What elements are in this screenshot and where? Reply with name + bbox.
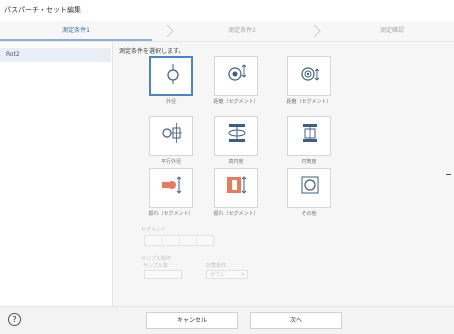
tile-roundness[interactable] (214, 116, 258, 156)
chevron-right-icon (313, 24, 321, 38)
sidebar-item-rot2[interactable]: Rot2 (0, 48, 111, 62)
tile-parallel-outer-diameter[interactable] (149, 116, 193, 156)
help-icon[interactable]: ? (8, 313, 21, 326)
tile-runout-segment-alt[interactable] (214, 168, 258, 208)
tile-distance-segment-alt[interactable] (287, 56, 331, 96)
window-title: パスパーチ・セット編集 (4, 6, 81, 14)
chevron-right-icon (166, 24, 174, 38)
footer-bar: ? キャンセル 次へ (0, 306, 454, 334)
runout-segment-icon (162, 176, 182, 194)
instruction-text: 測定条件を選択します。 (119, 48, 185, 55)
tile-label: 振れ（セグメント） (213, 211, 259, 217)
step-confirm[interactable]: 測定確認 (330, 21, 454, 41)
tile-distance-segment[interactable] (214, 56, 258, 96)
tile-label: 距離（セグメント） (286, 99, 332, 105)
sample-sub-label: サンプル数 (143, 263, 168, 269)
tile-label: 円筒度 (301, 159, 317, 165)
next-button[interactable]: 次へ (250, 312, 342, 329)
main-panel: 測定条件を選択します。 外径 距離（セグメント） 距離（セグメント） 平行外径 … (113, 42, 454, 306)
tile-label: 距離（セグメント） (213, 99, 259, 105)
roundness-icon (228, 124, 246, 142)
filter-dropdown[interactable]: ガウシ ▾ (206, 270, 248, 279)
tile-label: 平行外径 (160, 159, 181, 165)
tile-cylindricity[interactable] (287, 116, 331, 156)
chevron-down-icon: ▾ (241, 272, 244, 278)
step-condition-1[interactable]: 測定条件1 (0, 21, 152, 41)
tile-label: 振れ（セグメント） (148, 211, 194, 217)
segment-selector[interactable] (144, 235, 214, 246)
filter-dropdown-value: ガウシ (210, 272, 226, 278)
tile-other[interactable] (287, 168, 331, 208)
tile-label: 真円度 (228, 159, 244, 165)
runout-segment-alt-icon (227, 176, 247, 194)
tile-label: その他 (301, 211, 317, 217)
tile-label: 外径 (165, 99, 176, 105)
distance-segment-alt-icon (301, 67, 320, 81)
step-progress: 測定条件1 測定条件2 測定確認 (0, 21, 454, 42)
tile-outer-diameter[interactable] (149, 56, 193, 96)
outer-diameter-icon (167, 64, 179, 84)
tile-runout-segment[interactable] (149, 168, 193, 208)
edge-marker (446, 174, 451, 175)
step-condition-2[interactable]: 測定条件2 (182, 21, 302, 41)
sidebar: Rot2 (0, 42, 113, 306)
segment-label: セグメント (141, 227, 167, 233)
parallel-outer-diameter-icon (162, 123, 182, 143)
distance-segment-icon (228, 64, 247, 81)
filter-label: 計算条件 (206, 263, 227, 269)
other-icon (301, 176, 319, 194)
cancel-button[interactable]: キャンセル (146, 312, 238, 329)
sample-label: サンプル操作 (141, 256, 171, 262)
cylindricity-icon (303, 124, 317, 142)
sidebar-item-label: Rot2 (6, 51, 20, 58)
title-bar: パスパーチ・セット編集 (0, 0, 454, 21)
sample-dropdown[interactable] (144, 270, 182, 279)
